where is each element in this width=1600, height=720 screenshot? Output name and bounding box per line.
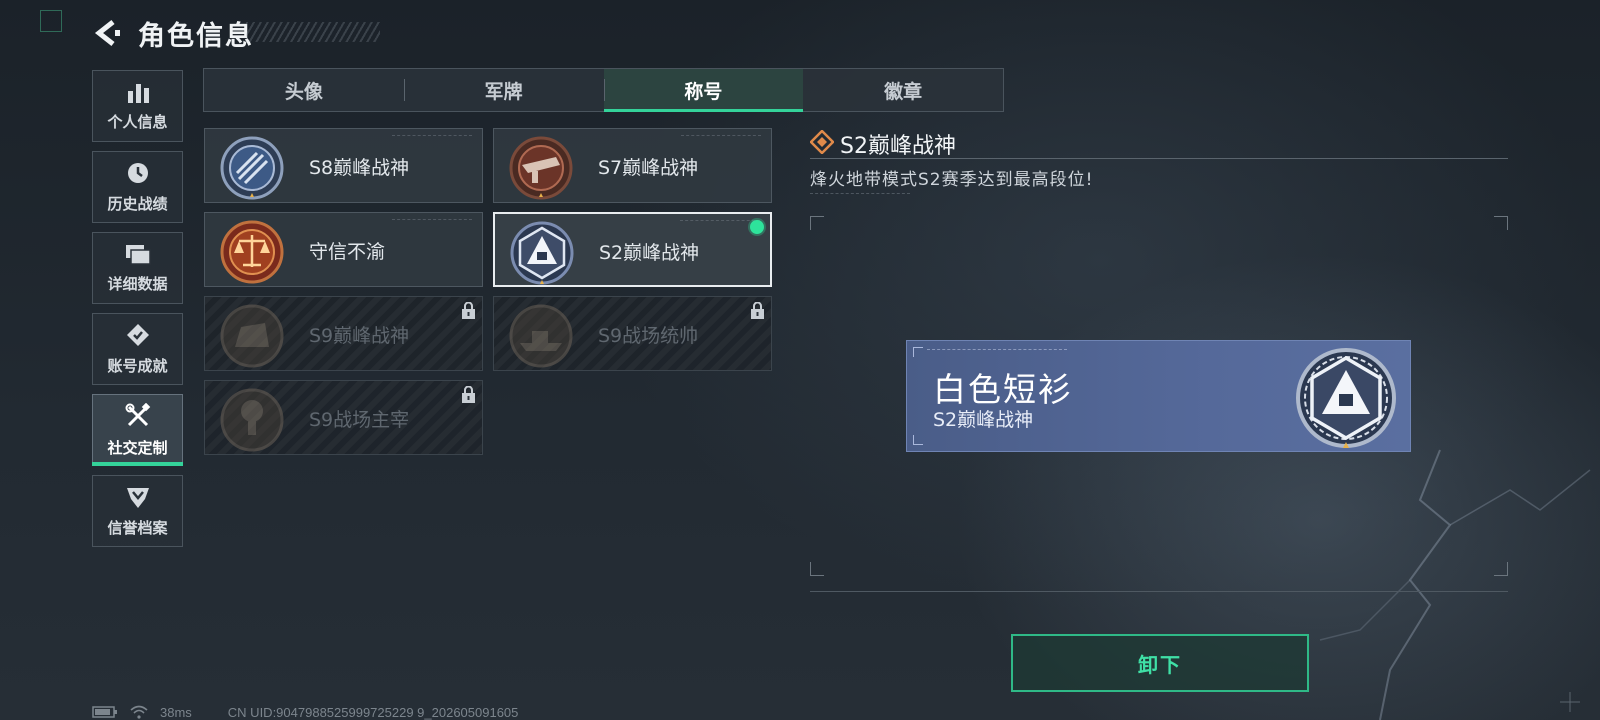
back-arrow-icon [94,20,120,46]
nav-item-label: 历史战绩 [107,194,168,213]
s7-medal-icon [509,136,573,200]
s8-medal-icon [220,136,284,200]
lock-icon [462,386,475,403]
lock-icon [751,302,764,319]
nav-item-label: 账号成就 [107,356,168,375]
crosshair-corner-icon [1560,692,1580,712]
card-decoration [680,220,760,222]
back-button[interactable] [90,16,124,50]
detail-title: S2巅峰战神 [840,134,956,159]
nav-item-achievements[interactable]: 账号成就 [92,313,183,385]
lock-icon [462,302,475,319]
title-card-selected[interactable]: S2巅峰战神 [493,212,772,287]
tools-icon [125,402,150,426]
uid-text: CN UID:9047988525999725229 9_20260509160… [227,704,519,720]
frame-bottom-line [810,591,1508,592]
frame-corner [1494,562,1508,576]
nav-item-label: 信誉档案 [107,518,168,537]
s2-rank-badge-icon [1296,348,1396,448]
nav-item-social[interactable]: 社交定制 [92,394,183,466]
nav-item-label: 个人信息 [107,112,168,131]
folders-icon [125,244,151,265]
warship-medal-icon [509,304,573,368]
tab-dogtag[interactable]: 军牌 [403,69,604,111]
page-title: 角色信息 [138,21,254,52]
card-decoration [681,135,761,137]
player-title: S2巅峰战神 [933,409,1034,431]
title-hatch-decoration [246,22,380,42]
bar-chart-icon [127,83,149,103]
title-card[interactable]: 守信不渝 [204,212,483,287]
battery-icon [92,706,117,718]
nameplate-corner [913,435,923,445]
card-decoration [392,135,472,137]
ping-value: 38ms [160,704,192,720]
tab-avatar[interactable]: 头像 [204,69,404,111]
detail-description: 烽火地带模式S2赛季达到最高段位! [810,170,1094,190]
frame-corner [810,562,824,576]
corner-decoration [40,10,62,32]
divider [810,158,1508,159]
nav-item-credit[interactable]: 信誉档案 [92,475,183,547]
shield-badge-icon [126,487,149,508]
tab-badge[interactable]: 徽章 [803,69,1003,111]
tab-title[interactable]: 称号 [603,69,804,112]
nameplate-decoration [927,349,1067,353]
title-card-locked[interactable]: S9战场主宰 [204,380,483,455]
equipped-indicator [750,220,764,234]
title-card-label: S7巅峰战神 [598,157,699,179]
title-card-label: S9巅峰战神 [309,325,410,347]
category-tabs: 头像 军牌 称号 徽章 [203,68,1004,112]
wifi-icon [130,705,148,719]
nav-item-profile[interactable]: 个人信息 [92,70,183,142]
title-card-locked[interactable]: S9巅峰战神 [204,296,483,371]
clock-icon [127,162,148,183]
status-bar: 38ms CN UID:9047988525999725229 9_202605… [92,704,518,720]
s2-medal-icon [510,221,574,285]
title-card-label: 守信不渝 [309,241,386,263]
card-decoration [392,219,472,221]
frame-corner [810,216,824,230]
title-card[interactable]: S8巅峰战神 [204,128,483,203]
title-card-label: S8巅峰战神 [309,157,410,179]
scales-medal-icon [220,220,284,284]
explosion-medal-icon [220,388,284,452]
title-card-label: S9战场主宰 [309,409,410,431]
title-card[interactable]: S7巅峰战神 [493,128,772,203]
achievement-icon [126,323,149,346]
title-type-icon [810,130,834,154]
nav-item-details[interactable]: 详细数据 [92,232,183,304]
s9-medal-icon [220,304,284,368]
title-card-locked[interactable]: S9战场统帅 [493,296,772,371]
nav-item-label: 社交定制 [107,438,168,457]
description-decoration [810,193,910,197]
side-nav: 个人信息 历史战绩 详细数据 账号成就 社交定制 信誉档案 [92,70,183,556]
unequip-button[interactable]: 卸下 [1011,634,1309,692]
title-card-label: S2巅峰战神 [599,242,700,264]
frame-corner [1494,216,1508,230]
nameplate-corner [913,347,923,357]
nameplate-preview: 白色短衫 S2巅峰战神 [906,340,1411,452]
title-card-label: S9战场统帅 [598,325,699,347]
player-name: 白色短衫 [933,370,1073,409]
nav-item-history[interactable]: 历史战绩 [92,151,183,223]
nav-item-label: 详细数据 [107,274,168,293]
